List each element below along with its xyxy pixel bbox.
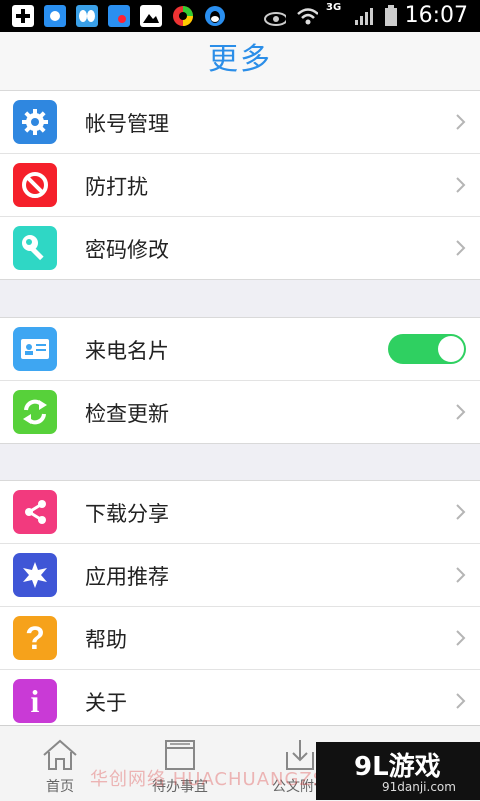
- brand-logo: 9L游戏 91danji.com: [316, 742, 480, 800]
- network-type: 3G: [326, 2, 342, 13]
- star-badge-icon: [13, 553, 57, 597]
- settings-group-call: 来电名片 检查更新: [0, 317, 480, 444]
- chevron-right-icon: [456, 404, 466, 420]
- caller-card-toggle[interactable]: [388, 334, 466, 364]
- chevron-right-icon: [456, 693, 466, 709]
- menu-item-change-password[interactable]: 密码修改: [0, 217, 480, 279]
- key-icon: [13, 226, 57, 270]
- page-title: 更多: [208, 42, 272, 77]
- signal-icon: [354, 5, 376, 27]
- menu-item-label: 帐号管理: [85, 112, 169, 136]
- menu-item-do-not-disturb[interactable]: 防打扰: [0, 154, 480, 217]
- clock: 16:07: [404, 3, 468, 28]
- help-icon: ?: [13, 616, 57, 660]
- menu-item-label: 下载分享: [85, 502, 169, 526]
- menu-item-label: 应用推荐: [85, 565, 169, 589]
- menu-item-check-update[interactable]: 检查更新: [0, 381, 480, 443]
- chevron-right-icon: [456, 504, 466, 520]
- menu-item-label: 帮助: [85, 628, 127, 652]
- info-icon: i: [13, 679, 57, 723]
- menu-item-download-share[interactable]: 下载分享: [0, 481, 480, 544]
- menu-item-label: 来电名片: [85, 339, 169, 363]
- brand-domain: 91danji.com: [382, 780, 456, 794]
- menu-item-about[interactable]: i 关于: [0, 670, 480, 732]
- home-icon: [43, 739, 77, 770]
- menu-item-label: 密码修改: [85, 238, 169, 262]
- page-header: 更多: [0, 32, 480, 91]
- menu-item-account-management[interactable]: 帐号管理: [0, 91, 480, 154]
- gear-icon: [13, 100, 57, 144]
- battery-icon: [382, 5, 400, 27]
- qq-icon: [204, 5, 226, 27]
- toggle-knob: [438, 336, 464, 362]
- menu-item-label: 检查更新: [85, 402, 169, 426]
- refresh-icon: [13, 390, 57, 434]
- menu-item-app-recommend[interactable]: 应用推荐: [0, 544, 480, 607]
- settings-group-account: 帐号管理 防打扰 密码修改: [0, 90, 480, 280]
- status-bar: 3G 16:07: [0, 0, 480, 32]
- settings-group-misc: 下载分享 应用推荐 ? 帮助 i 关于: [0, 480, 480, 733]
- menu-item-help[interactable]: ? 帮助: [0, 607, 480, 670]
- chevron-right-icon: [456, 630, 466, 646]
- brand-name: 9L游戏: [354, 752, 441, 782]
- id-card-icon: [13, 327, 57, 371]
- menu-item-caller-card: 来电名片: [0, 318, 480, 381]
- app-icon: [44, 5, 66, 27]
- block-icon: [13, 163, 57, 207]
- chevron-right-icon: [456, 567, 466, 583]
- circle-app-icon: [172, 5, 194, 27]
- add-icon: [12, 5, 34, 27]
- menu-item-label: 防打扰: [85, 175, 148, 199]
- share-icon: [13, 490, 57, 534]
- chevron-right-icon: [456, 240, 466, 256]
- chevron-right-icon: [456, 177, 466, 193]
- butterfly-icon: [76, 5, 98, 27]
- eye-icon: [264, 8, 286, 30]
- app-badge-icon: [108, 5, 130, 27]
- wifi-icon: [296, 5, 318, 27]
- menu-item-label: 关于: [85, 691, 127, 715]
- chevron-right-icon: [456, 114, 466, 130]
- image-icon: [140, 5, 162, 27]
